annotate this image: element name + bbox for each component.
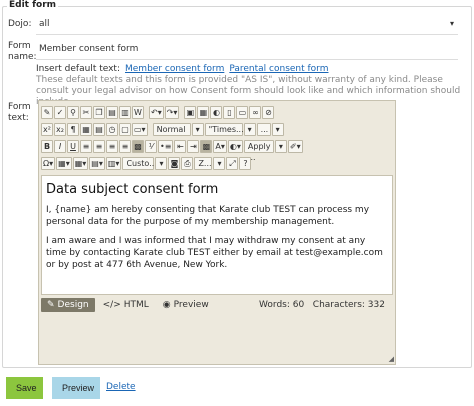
form-text-label: Form text: [8, 102, 31, 123]
paste-word-icon[interactable]: W [132, 105, 144, 119]
form-legend: Edit form [7, 0, 59, 10]
cell-icon[interactable]: ▤▾ [89, 156, 105, 170]
table-insert-icon[interactable]: ▦ [80, 122, 92, 136]
cut-icon[interactable]: ✂ [80, 105, 92, 119]
form-name-value: Member consent form [39, 44, 139, 54]
link-icon[interactable]: ∞ [249, 105, 262, 119]
calendar-icon[interactable]: ▤ [93, 122, 105, 136]
dojo-label: Dojo: [8, 19, 32, 29]
table-icon[interactable]: ▦▾ [56, 156, 72, 170]
align-right-icon[interactable]: ≡ [106, 139, 118, 153]
dojo-select[interactable]: all ▾ [36, 15, 458, 35]
bold-icon[interactable]: B [41, 139, 53, 153]
format-painter-icon[interactable]: ✐▾ [287, 139, 303, 153]
copy-icon[interactable]: ❐ [93, 105, 105, 119]
font-family-select[interactable]: "Times... [204, 122, 244, 136]
row-icon[interactable]: ▥▾ [105, 156, 122, 170]
paste-icon[interactable]: ▤ [106, 105, 118, 119]
html-mode-label: HTML [123, 300, 149, 310]
fullscreen-icon[interactable]: ⤢ [226, 156, 239, 170]
superscript-icon[interactable]: x² [41, 122, 53, 136]
form-name-input[interactable]: Member consent form [36, 40, 458, 60]
box-icon[interactable]: ▢ [119, 122, 131, 136]
print-icon[interactable]: ⎙ [181, 156, 194, 170]
bullet-list-icon[interactable]: •≡ [158, 139, 174, 153]
italic-icon[interactable]: I [54, 139, 66, 153]
preview-mode-label: Preview [173, 300, 209, 310]
document-icon[interactable]: ▯ [223, 105, 236, 119]
code-icon: </> [102, 300, 121, 310]
custom-chevron-icon[interactable]: ▾ [155, 156, 168, 170]
paste-text-icon[interactable]: ▥ [119, 105, 131, 119]
unlink-icon[interactable]: ⊘ [262, 105, 275, 119]
name-label: Form name: [8, 41, 37, 62]
indent-icon[interactable]: ⇥ [187, 139, 200, 153]
highlight-icon[interactable]: ◐▾ [227, 139, 243, 153]
bold-toolbar-icon[interactable]: ✎ [41, 105, 53, 119]
format-block-icon[interactable]: ▩ [132, 139, 144, 153]
media-icon[interactable]: ▦ [197, 105, 210, 119]
font-size-select[interactable]: ... [256, 122, 271, 136]
default-text-row: Insert default text: Member consent form P… [36, 64, 329, 74]
eye-icon: ◉ [162, 300, 171, 310]
custom-links-select[interactable]: Custo... [122, 156, 157, 170]
apply-chevron-icon[interactable]: ▾ [274, 139, 287, 153]
align-left-icon[interactable]: ≡ [80, 139, 92, 153]
format-chevron-icon[interactable]: ▾ [191, 122, 204, 136]
symbol-icon[interactable]: ¶ [67, 122, 79, 136]
consent-paragraph-1: I, {name} am hereby consenting that Kara… [46, 205, 370, 227]
size-chevron-icon[interactable]: ▾ [271, 122, 284, 136]
parental-consent-link[interactable]: Parental consent form [229, 64, 328, 74]
default-text-label: Insert default text: [36, 64, 120, 74]
zoom-chevron-icon[interactable]: ▾ [213, 156, 226, 170]
editor-bottom-bar: ✎ Design </> HTML ◉ Preview Words: 60 Chara… [39, 297, 395, 313]
flash-icon[interactable]: ◐ [210, 105, 223, 119]
member-consent-link[interactable]: Member consent form [125, 64, 224, 74]
preview-button[interactable]: Preview [52, 377, 100, 399]
frame-dropdown[interactable]: ▭▾ [132, 122, 148, 136]
consent-heading: Data subject consent form [46, 182, 219, 197]
design-mode-tab[interactable]: ✎ Design [41, 298, 95, 312]
find-icon[interactable]: ⚲ [67, 105, 79, 119]
image-icon[interactable]: ▣ [184, 105, 197, 119]
rich-text-editor: ✎ ✓ ⚲ ✂ ❐ ▤ ▥ W ↶▾ ↷▾ ▣ ▦ ◐ ▯ ▭ ∞ ⊘ x² x… [38, 100, 396, 365]
design-mode-label: Design [57, 300, 89, 310]
words-count: Words: 60 [259, 300, 305, 310]
zoom-select[interactable]: Z... [194, 156, 213, 170]
spellcheck-icon[interactable]: ✓ [54, 105, 66, 119]
time-icon[interactable]: ◷ [106, 122, 118, 136]
preview-icon[interactable]: ◙ [168, 156, 181, 170]
omega-icon[interactable]: Ω▾ [41, 156, 56, 170]
undo-icon[interactable]: ↶▾ [149, 105, 164, 119]
resize-handle-icon[interactable]: ◢ [389, 355, 394, 363]
numbered-list-icon[interactable]: ⅟ [145, 139, 157, 153]
delete-link[interactable]: Delete [106, 382, 136, 392]
underline-icon[interactable]: U [67, 139, 79, 153]
table-props-icon[interactable]: ▦▾ [72, 156, 89, 170]
save-button[interactable]: Save [6, 377, 43, 399]
template-icon[interactable]: ▭ [236, 105, 249, 119]
redo-icon[interactable]: ↷▾ [164, 105, 180, 119]
chevron-down-icon: ▾ [449, 19, 454, 28]
subscript-icon[interactable]: x₂ [54, 122, 66, 136]
editor-content-area[interactable]: Data subject consent form I, {name} am h… [41, 175, 393, 295]
align-center-icon[interactable]: ≡ [93, 139, 105, 153]
pencil-icon: ✎ [47, 300, 55, 310]
outdent-icon[interactable]: ⇤ [174, 139, 187, 153]
html-mode-tab[interactable]: </> HTML [97, 298, 155, 312]
font-color-icon[interactable]: A▾ [213, 139, 227, 153]
apply-style-select[interactable]: Apply ... [243, 139, 274, 162]
paragraph-format-select[interactable]: Normal [152, 122, 191, 136]
word-count: Words: 60 Characters: 332 [259, 300, 385, 310]
help-icon[interactable]: ? [239, 156, 252, 170]
dojo-value: all [39, 19, 50, 29]
characters-count: Characters: 332 [312, 300, 385, 310]
justify-icon[interactable]: ≡ [119, 139, 131, 153]
font-chevron-icon[interactable]: ▾ [243, 122, 256, 136]
consent-paragraph-2: I am aware and I was informed that I may… [46, 236, 383, 270]
preview-mode-tab[interactable]: ◉ Preview [157, 298, 215, 312]
source-block-icon[interactable]: ▩ [200, 139, 213, 153]
